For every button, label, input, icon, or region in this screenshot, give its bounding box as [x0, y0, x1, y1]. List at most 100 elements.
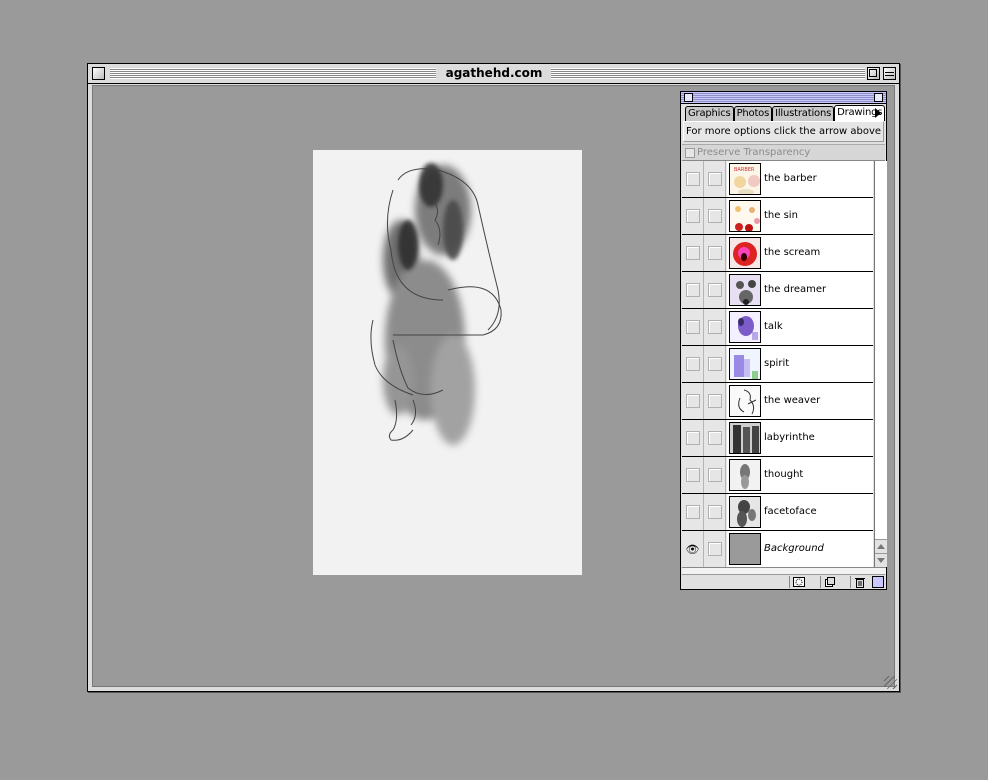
layer-name-cell[interactable]: facetoface [727, 494, 873, 530]
layer-row[interactable]: the sin [682, 198, 873, 235]
link-empty-icon [707, 283, 722, 297]
link-empty-icon [707, 357, 722, 371]
titlebar-stripes-right [551, 68, 865, 79]
trash-icon [854, 577, 865, 588]
layer-name-cell[interactable]: thought [727, 457, 873, 493]
layer-thumbnail [729, 533, 761, 565]
layer-thumbnail [729, 311, 761, 343]
layer-name-cell[interactable]: the sin [727, 198, 873, 234]
layer-link-toggle[interactable] [704, 346, 726, 382]
layer-link-toggle[interactable] [704, 494, 726, 530]
visibility-empty-icon [685, 283, 700, 297]
palette-titlebar[interactable] [681, 92, 886, 104]
mask-icon [792, 577, 805, 587]
link-empty-icon [707, 394, 722, 408]
close-box-icon[interactable] [92, 67, 105, 80]
layer-link-toggle[interactable] [704, 272, 726, 308]
preserve-transparency-checkbox[interactable] [685, 148, 695, 158]
layer-name-cell[interactable]: the dreamer [727, 272, 873, 308]
layer-name: spirit [764, 358, 790, 369]
window-title: agathehd.com [445, 66, 543, 80]
layer-name: the weaver [764, 395, 821, 406]
layer-visibility-toggle[interactable] [682, 420, 704, 456]
layer-visibility-toggle[interactable] [682, 235, 704, 271]
layer-visibility-toggle[interactable]: 👁 [682, 531, 704, 567]
palette-menu-arrow-icon[interactable] [871, 105, 885, 121]
layer-visibility-toggle[interactable] [682, 198, 704, 234]
link-empty-icon [707, 431, 722, 445]
window-titlebar[interactable]: agathehd.com [88, 64, 899, 84]
palette-zoom-icon[interactable] [874, 93, 883, 102]
layer-row[interactable]: talk [682, 309, 873, 346]
palette-tabs: Graphics Photos Illustrations Drawings [685, 105, 886, 121]
layer-visibility-toggle[interactable] [682, 309, 704, 345]
visibility-empty-icon [685, 468, 700, 482]
layer-row[interactable]: labyrinthe [682, 420, 873, 457]
link-empty-icon [707, 542, 722, 556]
layer-name: the scream [764, 247, 821, 258]
layer-thumbnail [729, 200, 761, 232]
layer-link-toggle[interactable] [704, 457, 726, 493]
layer-link-toggle[interactable] [704, 235, 726, 271]
titlebar-stripes-left [110, 68, 436, 79]
add-mask-button[interactable] [789, 576, 807, 588]
collapse-box-icon[interactable] [883, 67, 896, 80]
link-empty-icon [707, 468, 722, 482]
new-layer-icon [824, 577, 835, 587]
layer-row[interactable]: BARBER the barber [682, 161, 873, 198]
zoom-box-icon[interactable] [867, 67, 880, 80]
visibility-empty-icon [685, 431, 700, 445]
layer-link-toggle[interactable] [704, 531, 726, 567]
layer-name: talk [764, 321, 783, 332]
layer-link-toggle[interactable] [704, 309, 726, 345]
delete-layer-button[interactable] [850, 576, 868, 588]
layer-name-cell[interactable]: Background [727, 531, 873, 567]
link-empty-icon [707, 209, 722, 223]
layer-visibility-toggle[interactable] [682, 161, 704, 197]
layer-name-cell[interactable]: labyrinthe [727, 420, 873, 456]
palette-divider [682, 567, 886, 574]
palette-close-icon[interactable] [684, 93, 693, 102]
layer-link-toggle[interactable] [704, 420, 726, 456]
layer-name-cell[interactable]: spirit [727, 346, 873, 382]
layer-name-cell[interactable]: the weaver [727, 383, 873, 419]
layer-row[interactable]: spirit [682, 346, 873, 383]
drawing-artwork [313, 150, 582, 575]
tab-photos[interactable]: Photos [733, 106, 773, 121]
layer-row[interactable]: the weaver [682, 383, 873, 420]
link-empty-icon [707, 246, 722, 260]
layers-scrollbar[interactable] [874, 161, 887, 567]
layer-visibility-toggle[interactable] [682, 457, 704, 493]
visibility-empty-icon [685, 246, 700, 260]
scroll-up-arrow-icon[interactable] [875, 539, 887, 553]
layer-link-toggle[interactable] [704, 198, 726, 234]
layer-visibility-toggle[interactable] [682, 272, 704, 308]
layer-link-toggle[interactable] [704, 383, 726, 419]
layer-name: facetoface [764, 506, 817, 517]
layer-name-cell[interactable]: talk [727, 309, 873, 345]
layer-row[interactable]: 👁 Background [682, 531, 873, 568]
window-resize-handle[interactable] [884, 676, 897, 689]
scrollbar-track[interactable] [875, 161, 887, 539]
visibility-empty-icon [685, 357, 700, 371]
new-layer-button[interactable] [820, 576, 838, 588]
layer-row[interactable]: facetoface [682, 494, 873, 531]
layer-row[interactable]: thought [682, 457, 873, 494]
visibility-empty-icon [685, 209, 700, 223]
visibility-empty-icon [685, 505, 700, 519]
layer-link-toggle[interactable] [704, 161, 726, 197]
layer-visibility-toggle[interactable] [682, 494, 704, 530]
layer-visibility-toggle[interactable] [682, 346, 704, 382]
link-empty-icon [707, 172, 722, 186]
palette-resize-handle[interactable] [872, 576, 884, 588]
tab-graphics[interactable]: Graphics [685, 106, 734, 121]
layer-name-cell[interactable]: the scream [727, 235, 873, 271]
layer-row[interactable]: the scream [682, 235, 873, 272]
scroll-down-arrow-icon[interactable] [875, 553, 887, 567]
layer-name-cell[interactable]: BARBER the barber [727, 161, 873, 197]
layer-name: the sin [764, 210, 798, 221]
layer-row[interactable]: the dreamer [682, 272, 873, 309]
layer-thumbnail [729, 237, 761, 269]
tab-illustrations[interactable]: Illustrations [772, 106, 835, 121]
layer-visibility-toggle[interactable] [682, 383, 704, 419]
